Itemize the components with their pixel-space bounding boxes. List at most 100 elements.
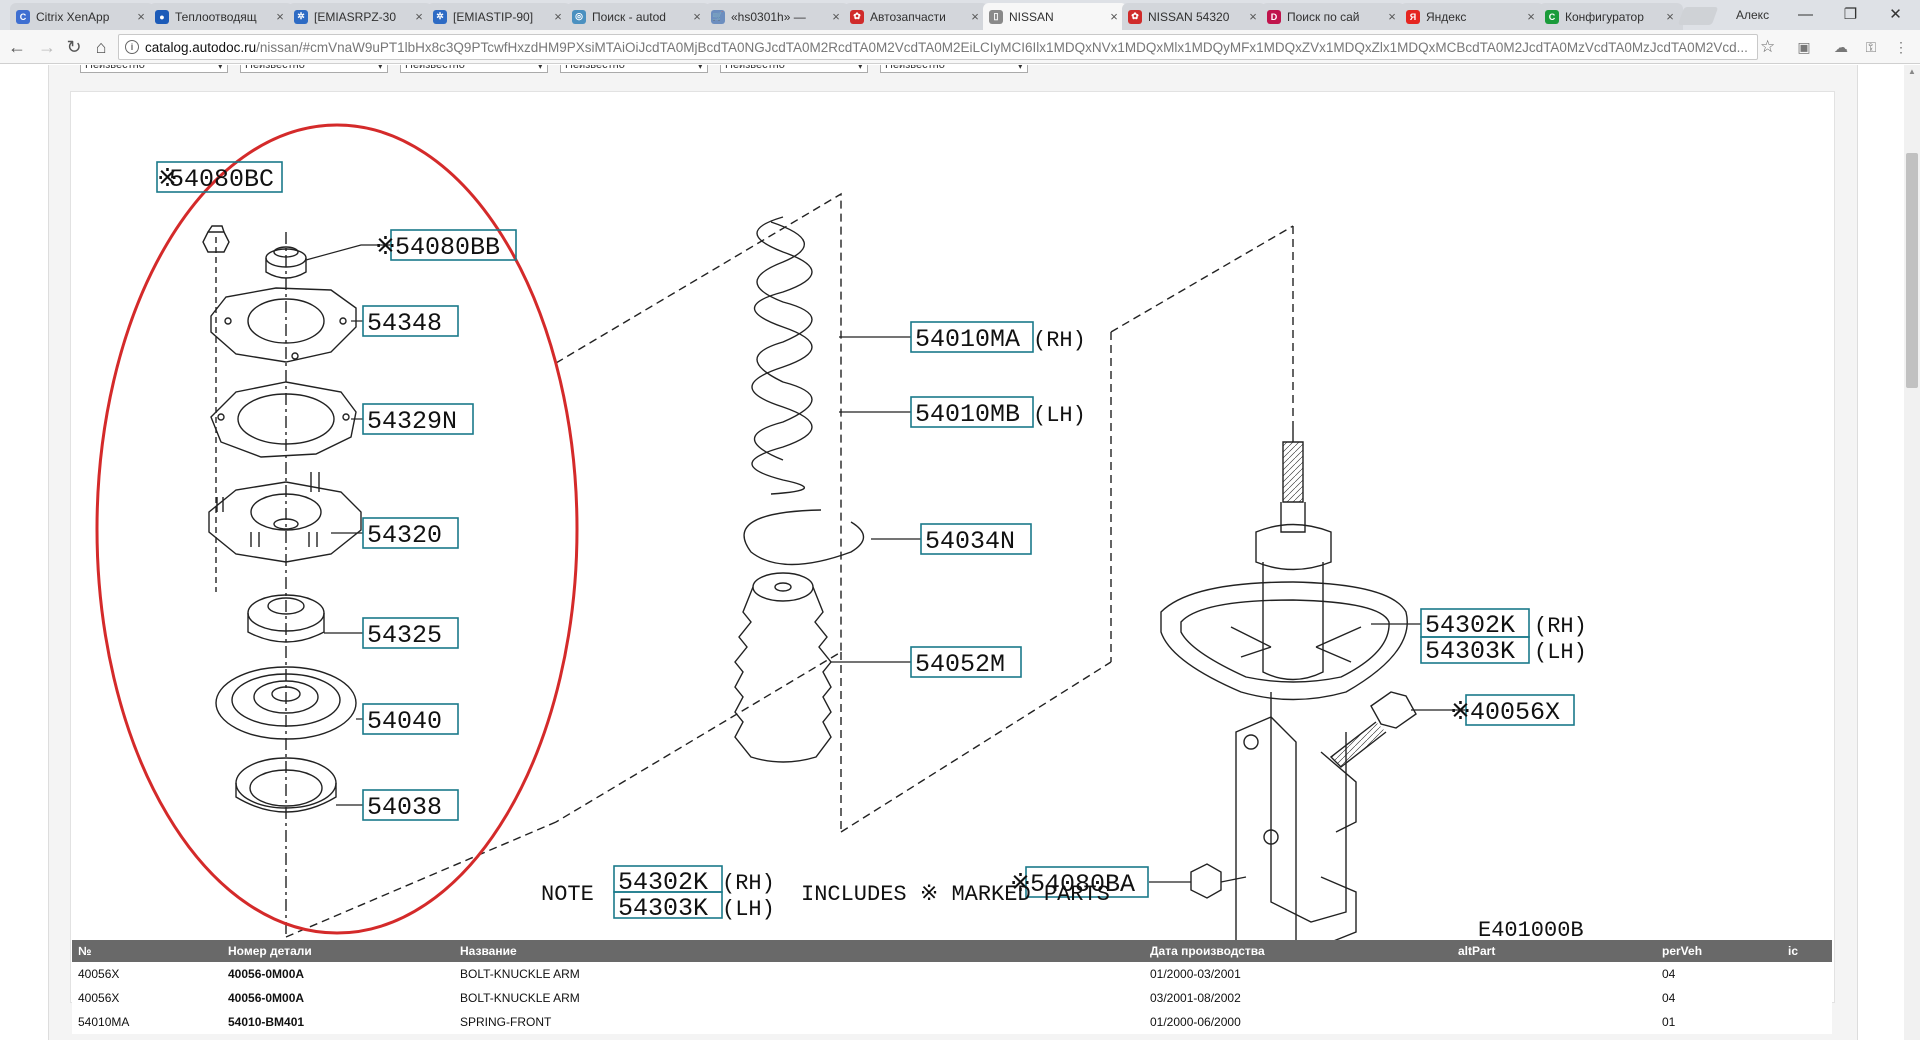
menu-icon[interactable]: ⋮ [1892,38,1910,56]
suffix-rh: (RH) [1033,328,1086,353]
tab-close-icon[interactable]: × [273,9,287,24]
restore-button[interactable]: ❐ [1828,0,1873,28]
filter-select[interactable]: Неизвестно ▾ [880,65,1028,73]
browser-tab[interactable]: C Конфигуратор × [1539,3,1683,30]
column-header-name[interactable]: Название [454,940,1144,962]
table-row[interactable]: 54010MA 54010-BM401 SPRING-FRONT 01/2000-06… [72,1010,1832,1034]
browser-tab[interactable]: ✲ [EMIASRPZ-30 × [288,3,432,30]
scroll-thumb[interactable] [1906,153,1918,388]
label-54052m[interactable]: 54052M [915,650,1005,679]
mark-symbol: ※ [375,233,396,262]
table-cell-alt [1452,986,1656,1010]
label-54010ma[interactable]: 54010MA [915,325,1020,354]
minimize-button[interactable]: — [1783,0,1828,28]
label-54329n[interactable]: 54329N [367,407,457,436]
label-54034n[interactable]: 54034N [925,527,1015,556]
info-icon[interactable]: i [125,40,139,54]
table-cell-perveh: 04 [1656,986,1782,1010]
column-header-date[interactable]: Дата производства [1144,940,1452,962]
reload-button[interactable]: ↻ [63,36,85,58]
table-body: 40056X 40056-0M00A BOLT-KNUCKLE ARM 01/2000… [72,962,1832,1034]
tab-label: [EMIASTIP-90] [453,9,534,24]
label-54010mb[interactable]: 54010MB [915,400,1020,429]
label-54303k[interactable]: 54303K [1425,637,1515,666]
suffix-lh: (LH) [722,897,775,922]
label-54348[interactable]: 54348 [367,309,442,338]
label-54320[interactable]: 54320 [367,521,442,550]
table-cell-ic [1782,962,1832,986]
tab-label: NISSAN 54320 [1148,9,1230,24]
page-margin [0,65,48,1040]
table-cell-ic [1782,986,1832,1010]
forward-button[interactable]: → [36,36,58,58]
browser-tab[interactable]: ✲ [EMIASTIP-90] × [427,3,571,30]
filter-select[interactable]: Неизвестно ▾ [240,65,388,73]
tab-close-icon[interactable]: × [1246,9,1260,24]
tab-favicon-icon: 🛒 [711,9,725,24]
highlight-ellipse [95,123,579,935]
browser-tab[interactable]: D Поиск по сай × [1261,3,1405,30]
tab-close-icon[interactable]: × [412,9,426,24]
cloud-icon[interactable]: ☁ [1832,38,1850,56]
home-button[interactable]: ⌂ [90,36,112,58]
tab-close-icon[interactable]: × [690,9,704,24]
filter-select[interactable]: Неизвестно ▾ [80,65,228,73]
tab-favicon-icon: ▯ [989,9,1003,24]
tab-close-icon[interactable]: × [134,9,148,24]
suffix-lh: (LH) [1534,640,1587,665]
filter-select[interactable]: Неизвестно ▾ [560,65,708,73]
browser-tab[interactable]: ◎ Поиск - autod × [566,3,710,30]
column-header-number[interactable]: № [72,940,222,962]
parts-table: № Номер детали Название Дата производств… [72,940,1832,1034]
extension-icon[interactable]: ▣ [1795,38,1813,56]
chevron-down-icon: ▾ [217,65,223,72]
label-54040[interactable]: 54040 [367,707,442,736]
browser-tab[interactable]: ✿ Автозапчасти × [844,3,988,30]
back-button[interactable]: ← [6,36,28,58]
scroll-up-arrow[interactable]: ▲ [1906,67,1918,79]
filter-select[interactable]: Неизвестно ▾ [720,65,868,73]
tab-close-icon[interactable]: × [1524,9,1538,24]
tab-close-icon[interactable]: × [1663,9,1677,24]
tab-strip: C Citrix XenApp × ● Теплоотводящ × ✲ [EMIASRPZ-… [0,0,1920,30]
tab-close-icon[interactable]: × [829,9,843,24]
table-row[interactable]: 40056X 40056-0M00A BOLT-KNUCKLE ARM 01/2000… [72,962,1832,986]
label-54080bc[interactable]: 54080BC [169,165,274,194]
column-header-altpart[interactable]: altPart [1452,940,1656,962]
new-tab-button[interactable] [1677,7,1719,25]
browser-tab[interactable]: 🛒 «hs0301h» — × [705,3,849,30]
browser-tab[interactable]: ● Теплоотводящ × [149,3,293,30]
note-54302k[interactable]: 54302K [618,868,708,897]
table-cell-date: 01/2000-06/2000 [1144,1010,1452,1034]
filter-select[interactable]: Неизвестно ▾ [400,65,548,73]
parts-diagram: ※ 54080BC ※ 54080BB 54348 54329N 54320 5… [70,91,1835,1003]
note-54303k[interactable]: 54303K [618,894,708,923]
tab-close-icon[interactable]: × [551,9,565,24]
table-row[interactable]: 40056X 40056-0M00A BOLT-KNUCKLE ARM 03/2001… [72,986,1832,1010]
address-bar[interactable]: i catalog.autodoc.ru/nissan/#cmVnaW9uPT1… [118,34,1758,60]
close-window-button[interactable]: ✕ [1873,0,1918,28]
label-54325[interactable]: 54325 [367,621,442,650]
browser-tab[interactable]: C Citrix XenApp × [10,3,154,30]
filter-value: Неизвестно [885,65,945,71]
browser-tab[interactable]: ▯ NISSAN × [983,3,1127,30]
tab-favicon-icon: Я [1406,9,1420,24]
tab-close-icon[interactable]: × [1385,9,1399,24]
label-54302k[interactable]: 54302K [1425,611,1515,640]
tab-label: Автозапчасти [870,9,946,24]
browser-tab[interactable]: ✿ NISSAN 54320 × [1122,3,1266,30]
tab-close-icon[interactable]: × [968,9,982,24]
tab-favicon-icon: C [1545,9,1559,24]
label-54080bb[interactable]: 54080BB [395,233,500,262]
column-header-perveh[interactable]: perVeh [1656,940,1782,962]
label-54038[interactable]: 54038 [367,793,442,822]
tab-close-icon[interactable]: × [1107,9,1121,24]
bookmark-star-icon[interactable]: ☆ [1760,37,1775,57]
column-header-part-number[interactable]: Номер детали [222,940,454,962]
column-header-ic[interactable]: ic [1782,940,1832,962]
browser-tab[interactable]: Я Яндекс × [1400,3,1544,30]
chevron-down-icon: ▾ [537,65,543,72]
profile-name[interactable]: Алекс [1736,8,1769,22]
key-icon[interactable]: ⚿ [1862,38,1880,56]
label-40056x[interactable]: 40056X [1470,698,1560,727]
